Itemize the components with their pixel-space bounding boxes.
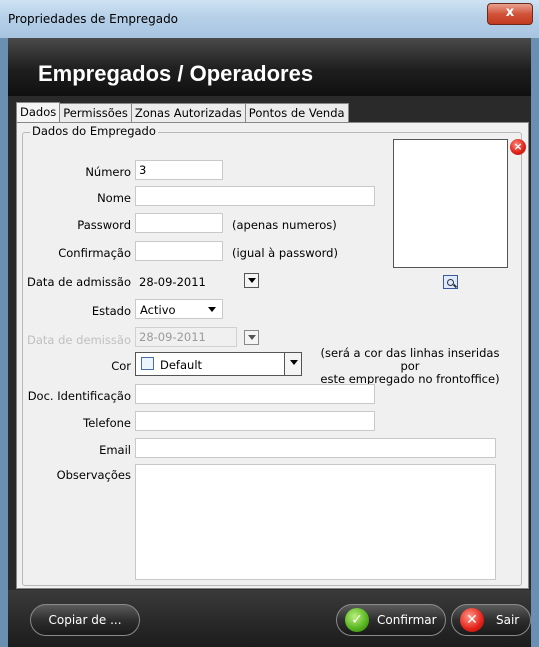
page-title: Empregados / Operadores bbox=[38, 61, 314, 86]
estado-value: Activo bbox=[140, 303, 176, 317]
nome-field[interactable] bbox=[135, 186, 375, 206]
telefone-field[interactable] bbox=[135, 411, 375, 431]
cor-hint-line1: (será a cor das linhas inseridas por bbox=[320, 346, 500, 373]
close-button[interactable]: x bbox=[487, 3, 533, 25]
observacoes-label: Observações bbox=[56, 468, 131, 482]
tab-dados[interactable]: Dados bbox=[16, 102, 61, 124]
tab-pontos-de-venda[interactable]: Pontos de Venda bbox=[244, 103, 349, 123]
exit-button[interactable]: ✕ Sair bbox=[451, 604, 531, 636]
tab-permissoes[interactable]: Permissões bbox=[59, 103, 132, 123]
email-label: Email bbox=[99, 443, 131, 457]
color-swatch bbox=[141, 357, 154, 370]
numero-field[interactable]: 3 bbox=[135, 160, 223, 180]
cor-hint: (será a cor das linhas inseridas por est… bbox=[310, 347, 510, 386]
confirm-label: Confirmar bbox=[377, 613, 437, 627]
observacoes-textarea[interactable] bbox=[135, 464, 496, 580]
data-demissao-dropdown-button bbox=[244, 330, 259, 345]
header-banner: Empregados / Operadores bbox=[8, 38, 531, 96]
doc-identificacao-field[interactable] bbox=[135, 384, 375, 404]
copy-from-label: Copiar de ... bbox=[48, 613, 122, 627]
email-field[interactable] bbox=[135, 438, 496, 458]
checkmark-icon: ✓ bbox=[345, 608, 369, 632]
chevron-down-icon bbox=[290, 360, 298, 365]
chevron-down-icon bbox=[208, 307, 216, 312]
data-admissao-dropdown-button[interactable] bbox=[244, 273, 259, 288]
employee-properties-window: Propriedades de Empregado x Empregados /… bbox=[0, 0, 539, 647]
cor-select[interactable]: Default bbox=[135, 352, 302, 376]
data-admissao-field[interactable]: 28-09-2011 bbox=[139, 275, 206, 289]
tab-bar: Dados Permissões Zonas Autorizadas Ponto… bbox=[16, 102, 349, 124]
confirmacao-hint: (igual à password) bbox=[232, 246, 338, 260]
close-icon: ✕ bbox=[460, 608, 484, 632]
title-bar: Propriedades de Empregado x bbox=[0, 0, 539, 38]
numero-label: Número bbox=[85, 165, 131, 179]
close-icon: x bbox=[505, 5, 515, 20]
data-demissao-label: Data de demissão bbox=[27, 333, 131, 347]
cor-value: Default bbox=[160, 358, 203, 372]
employee-photo[interactable] bbox=[393, 139, 508, 268]
password-field[interactable] bbox=[135, 213, 223, 233]
data-demissao-field: 28-09-2011 bbox=[135, 327, 237, 347]
password-label: Password bbox=[77, 218, 131, 232]
confirmacao-field[interactable] bbox=[135, 241, 223, 261]
estado-label: Estado bbox=[91, 304, 131, 318]
exit-label: Sair bbox=[496, 613, 520, 627]
remove-photo-icon[interactable]: × bbox=[510, 139, 526, 155]
doc-identificacao-label: Doc. Identificação bbox=[27, 389, 131, 403]
cor-label: Cor bbox=[111, 359, 131, 373]
group-legend: Dados do Empregado bbox=[30, 124, 158, 138]
tab-zonas-autorizadas[interactable]: Zonas Autorizadas bbox=[130, 103, 246, 123]
estado-select[interactable]: Activo bbox=[135, 299, 223, 319]
copy-from-button[interactable]: Copiar de ... bbox=[30, 604, 140, 636]
cor-dropdown-button[interactable] bbox=[284, 353, 301, 375]
confirm-button[interactable]: ✓ Confirmar bbox=[336, 604, 446, 636]
data-admissao-label: Data de admissão bbox=[27, 275, 131, 289]
window-title: Propriedades de Empregado bbox=[8, 12, 179, 26]
confirmacao-label: Confirmação bbox=[58, 246, 131, 260]
nome-label: Nome bbox=[97, 191, 131, 205]
telefone-label: Telefone bbox=[83, 416, 131, 430]
password-hint: (apenas numeros) bbox=[232, 218, 337, 232]
zoom-photo-icon[interactable] bbox=[443, 275, 458, 289]
